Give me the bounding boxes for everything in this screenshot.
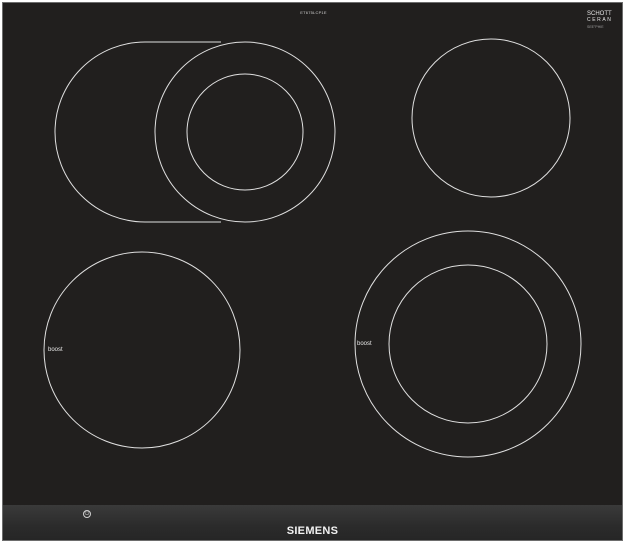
- top-left-outer-ring: [154, 41, 336, 223]
- control-panel: ⏻ SIEMENS: [3, 505, 622, 540]
- top-left-inner-ring: [186, 73, 304, 191]
- brand-logo: SIEMENS: [286, 525, 339, 537]
- bottom-left-zone: [43, 251, 241, 449]
- bottom-right-inner-ring: [388, 264, 548, 424]
- top-right-zone: [411, 38, 571, 198]
- cooktop-glass: ET675LCP1E SCHOTT CERAN SEE°PHIE boost b…: [2, 2, 623, 541]
- power-button-icon[interactable]: ⏻: [83, 510, 91, 518]
- boost-label-left: boost: [48, 347, 63, 353]
- roaster-zone-outline: [54, 41, 221, 223]
- boost-label-right: boost: [357, 341, 372, 347]
- cooking-zones: [43, 38, 582, 458]
